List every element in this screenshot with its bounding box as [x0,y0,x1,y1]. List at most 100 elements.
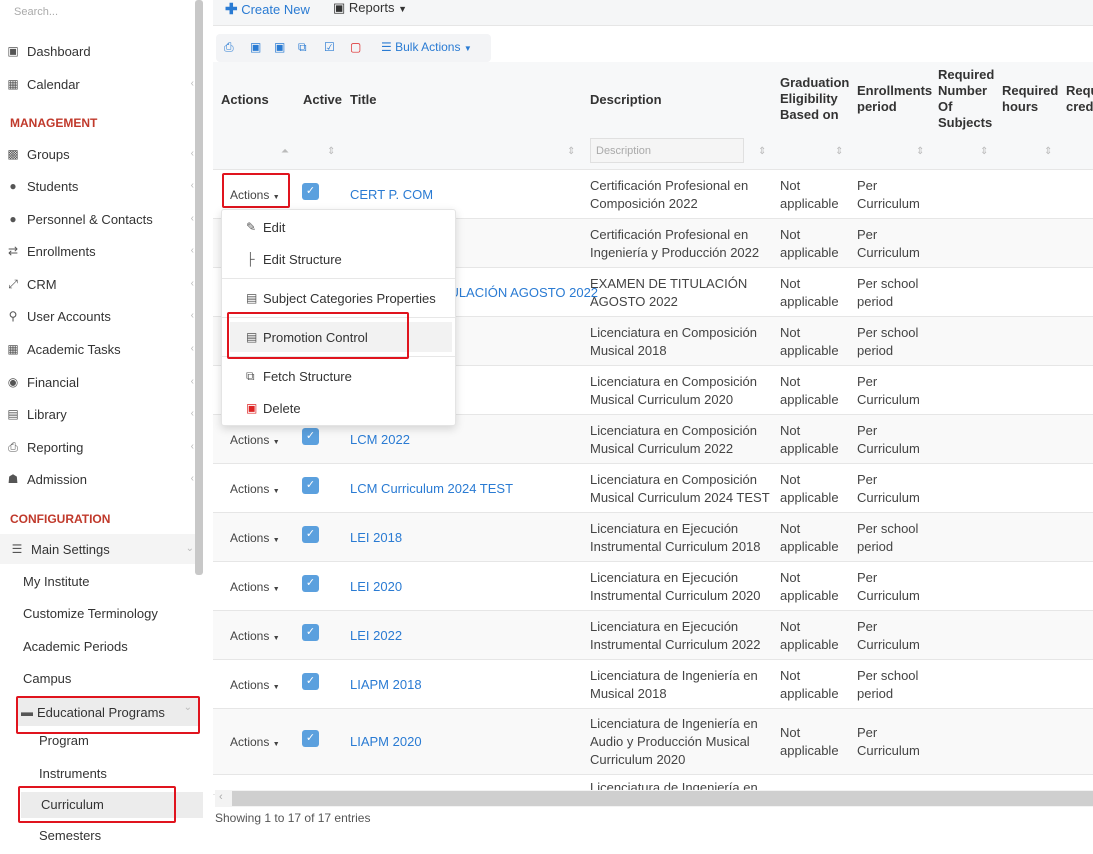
nav-instruments[interactable]: Instruments [39,761,107,787]
row-title-link[interactable]: LIAPM 2018 [350,676,422,694]
menu-item-edit-structure[interactable]: ├ Edit Structure [222,244,455,274]
excel-icon[interactable]: ▣ [250,40,261,54]
nav-campus[interactable]: Campus [23,666,71,692]
row-title-link[interactable]: CERT P. COM [350,186,433,204]
row-actions-button[interactable]: Actions ▼ [230,733,280,754]
active-checkbox[interactable]: ✓ [302,526,319,543]
text-line: Licenciatura en Ejecución [590,619,739,634]
sort-icon[interactable]: ⇕ [916,146,924,157]
sort-icon[interactable]: ⇕ [835,146,843,157]
nav-my-institute[interactable]: My Institute [23,569,89,595]
table-row: Actions ▼ ✓ LCM Curriculum 2024 TEST Licenc… [213,464,1093,513]
active-checkbox[interactable]: ✓ [302,428,319,445]
nav-personnel[interactable]: ● Personnel & Contacts ‹ [0,204,200,234]
nav-program[interactable]: Program [39,728,89,754]
nav-groups[interactable]: ▩ Groups ‹ [0,139,200,169]
menu-item-fetch-structure[interactable]: ⧉ Fetch Structure [222,361,455,391]
nav-academic-tasks[interactable]: ▦ Academic Tasks ‹ [0,334,200,364]
row-description: Licenciatura en Composición Musical Curri… [590,373,775,409]
nav-main-settings[interactable]: ☰ Main Settings ⌄ [0,534,200,564]
row-title-link[interactable]: LEI 2018 [350,529,402,547]
text-line: Curriculum [857,743,920,758]
row-actions-button[interactable]: Actions ▼ [230,578,280,599]
nav-reporting[interactable]: ⎙ Reporting ‹ [0,432,200,462]
nav-dashboard[interactable]: ▣ Dashboard [0,36,200,66]
row-actions-button[interactable]: Actions ▼ [230,529,280,550]
bulk-actions-button[interactable]: ☰ Bulk Actions ▼ [381,40,472,54]
row-actions-button[interactable]: Actions ▼ [230,627,280,648]
nav-admission[interactable]: ☗ Admission ‹ [0,464,200,494]
search-input[interactable]: Search... [14,6,58,18]
scroll-left-icon[interactable]: ‹ [219,791,223,803]
sidebar-scrollbar[interactable] [195,0,203,575]
col-required-credits[interactable]: Requ credi [1066,83,1093,115]
nav-semesters[interactable]: Semesters [39,823,101,849]
nav-academic-periods[interactable]: Academic Periods [23,634,128,660]
copy-icon[interactable]: ⧉ [298,40,307,55]
text-line: Certificación Profesional en [590,178,749,193]
chevron-left-icon: ‹ [190,278,194,289]
nav-crm[interactable]: ⤢ CRM ‹ [0,269,200,299]
col-required-hours[interactable]: Required hours [1002,83,1058,115]
col-actions[interactable]: Actions [221,92,269,108]
nav-label: Financial [27,374,80,390]
text-line: Audio y Producción Musical [590,734,750,749]
col-description[interactable]: Description [590,92,662,108]
text-line: applicable [780,637,839,652]
row-description: Licenciatura en Composición Musical 2018 [590,324,775,360]
row-actions-button[interactable]: Actions ▼ [230,480,280,501]
row-title-link[interactable]: LEI 2022 [350,627,402,645]
active-checkbox[interactable]: ✓ [302,673,319,690]
print-icon[interactable]: ⎙ [224,40,234,55]
scrollbar-thumb[interactable] [232,791,1093,806]
col-active[interactable]: Active [303,92,342,108]
row-graduation: Not applicable [780,275,850,311]
row-title-link[interactable]: LIAPM 2020 [350,733,422,751]
word-icon[interactable]: ▣ [274,40,285,54]
create-new-button[interactable]: ✚ Create New [225,0,310,18]
menu-item-subject-categories[interactable]: ▤ Subject Categories Properties [222,283,455,313]
horizontal-scrollbar[interactable]: ‹ [215,790,1093,807]
nav-calendar[interactable]: ▦ Calendar ‹ [0,69,200,99]
reports-button[interactable]: ▣ Reports ▼ [333,0,407,16]
active-checkbox[interactable]: ✓ [302,624,319,641]
nav-library[interactable]: ▤ Library ‹ [0,399,200,429]
row-title-link[interactable]: LCM Curriculum 2024 TEST [350,480,513,498]
header-line: Of [938,99,953,114]
nav-financial[interactable]: ◉ Financial ‹ [0,367,200,397]
sort-icon[interactable]: ⇕ [327,146,335,157]
row-title-link[interactable]: LCM 2022 [350,431,410,449]
sort-icon[interactable]: ⇕ [567,146,575,157]
active-checkbox[interactable]: ✓ [302,477,319,494]
nav-customize-terminology[interactable]: Customize Terminology [23,601,158,627]
nav-students[interactable]: ● Students ‹ [0,171,200,201]
text-line: Not [780,325,801,340]
row-actions-button[interactable]: Actions ▼ [230,431,280,452]
row-actions-button[interactable]: Actions ▼ [230,676,280,697]
nav-user-accounts[interactable]: ⚲ User Accounts ‹ [0,301,200,331]
text-line: Not [780,374,801,389]
uncheck-square-icon[interactable]: ▢ [350,40,361,54]
active-checkbox[interactable]: ✓ [302,730,319,747]
row-title-link[interactable]: LEI 2020 [350,578,402,596]
menu-item-delete[interactable]: ▣ Delete [222,393,455,423]
text-line: Licenciatura en Composición [590,472,757,487]
active-checkbox[interactable]: ✓ [302,575,319,592]
menu-item-edit[interactable]: ✎ Edit [222,212,455,242]
active-checkbox[interactable]: ✓ [302,183,319,200]
nav-enrollments[interactable]: ⇄ Enrollments ‹ [0,236,200,266]
col-enrollments-period[interactable]: Enrollments period [857,83,932,115]
col-graduation[interactable]: Graduation Eligibility Based on [780,75,849,123]
sort-icon[interactable]: ⇕ [758,146,766,157]
text-line: Musical 2018 [590,343,667,358]
sort-icon[interactable]: ⇕ [1044,146,1052,157]
row-enrollments-period: Per Curriculum [857,422,932,458]
sort-icon[interactable]: ⏶ [281,146,289,157]
check-square-icon[interactable]: ☑ [324,40,335,54]
sort-icon[interactable]: ⇕ [980,146,988,157]
description-filter-input[interactable]: Description [590,138,744,163]
col-title[interactable]: Title [350,92,377,108]
text-line: Per school [857,668,919,683]
col-required-subjects[interactable]: Required Number Of Subjects [938,67,994,131]
text-line: Curriculum [857,245,920,260]
